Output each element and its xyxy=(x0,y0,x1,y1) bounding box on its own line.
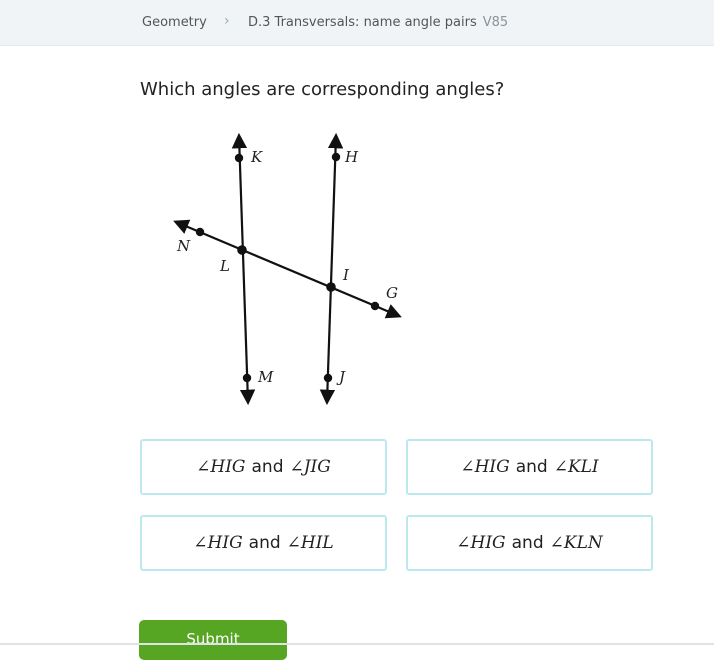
choice-angle-b: ∠KLI xyxy=(553,457,599,477)
choice-conj: and xyxy=(515,457,548,477)
point-l xyxy=(237,245,247,255)
point-g xyxy=(370,301,380,311)
point-n xyxy=(195,227,205,237)
label-m: M xyxy=(257,368,274,386)
point-k xyxy=(234,153,244,163)
choice-conj: and xyxy=(248,533,281,553)
choice-conj: and xyxy=(251,457,284,477)
answer-choice-3[interactable]: ∠HIG and ∠HIL xyxy=(140,515,387,571)
line-hj xyxy=(319,132,344,406)
choice-angle-b: ∠KLN xyxy=(549,533,603,553)
label-n: N xyxy=(176,237,191,255)
point-j xyxy=(323,373,333,383)
label-i: I xyxy=(342,266,350,284)
point-m xyxy=(242,373,252,383)
label-k: K xyxy=(250,148,263,166)
submit-button[interactable]: Submit xyxy=(139,620,287,660)
transversal-ng xyxy=(173,219,402,319)
choice-angle-a: ∠HIG xyxy=(196,457,246,477)
choice-conj: and xyxy=(511,533,544,553)
label-l: L xyxy=(219,257,230,275)
point-h xyxy=(331,152,341,162)
choice-angle-b: ∠JIG xyxy=(289,457,331,477)
label-g: G xyxy=(386,284,398,302)
answer-choice-4[interactable]: ∠HIG and ∠KLN xyxy=(406,515,653,571)
label-j: J xyxy=(336,368,346,386)
choice-angle-a: ∠HIG xyxy=(460,457,510,477)
label-h: H xyxy=(344,148,359,166)
choice-angle-a: ∠HIG xyxy=(193,533,243,553)
line-km xyxy=(231,132,256,406)
answer-choice-1[interactable]: ∠HIG and ∠JIG xyxy=(140,439,387,495)
choice-angle-a: ∠HIG xyxy=(456,533,506,553)
choice-angle-b: ∠HIL xyxy=(286,533,334,553)
point-i xyxy=(326,282,336,292)
answer-choice-2[interactable]: ∠HIG and ∠KLI xyxy=(406,439,653,495)
